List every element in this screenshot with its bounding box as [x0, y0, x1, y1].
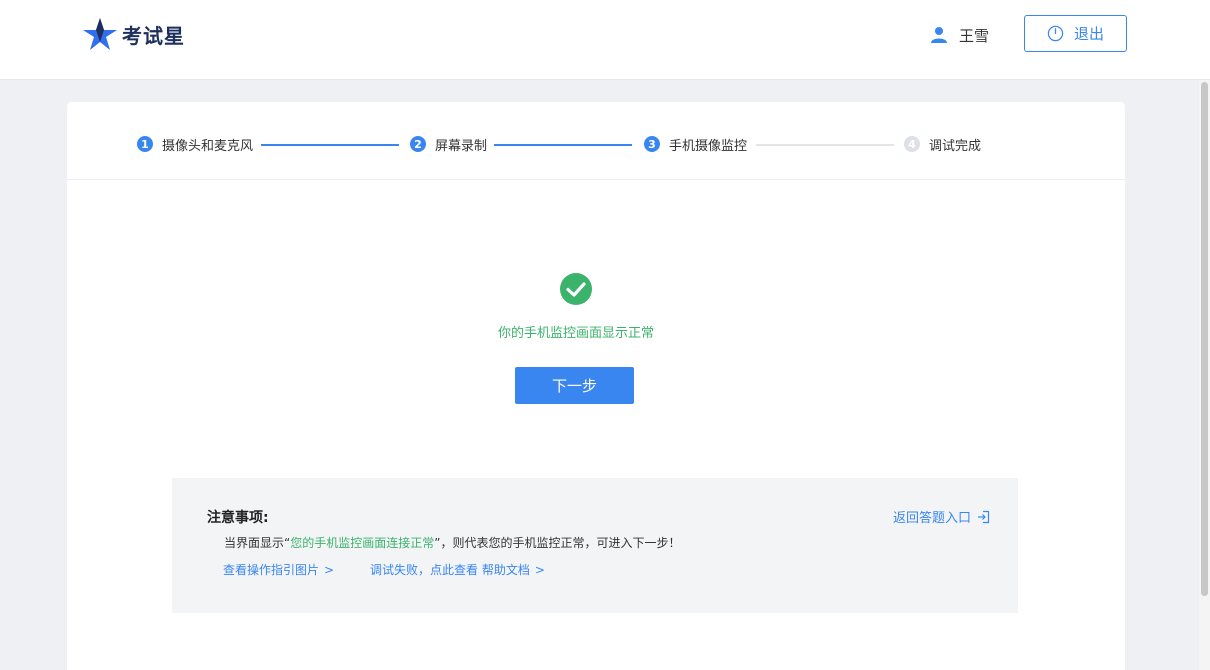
user-name: 王雪 — [959, 26, 990, 45]
step-connector — [261, 144, 399, 146]
chevron-right-icon: > — [324, 563, 335, 577]
success-message: 你的手机监控画面显示正常 — [497, 326, 654, 341]
progress-steps: 1 摄像头和麦克风 2 屏幕录制 3 手机摄像监控 4 调试完成 — [67, 102, 1125, 180]
step-label: 摄像头和麦克风 — [162, 138, 254, 154]
step-screen-record: 2 屏幕录制 — [410, 134, 487, 154]
step-connector — [756, 144, 894, 146]
logout-button[interactable]: 退出 — [1024, 15, 1127, 52]
guide-images-link[interactable]: 查看操作指引图片 > — [223, 561, 334, 578]
step-number: 1 — [137, 136, 153, 152]
power-icon — [1047, 25, 1064, 42]
star-logo-icon — [83, 18, 117, 50]
notice-text-prefix: 当界面显示“ — [224, 536, 291, 550]
step-number: 4 — [904, 136, 920, 152]
user-icon — [931, 27, 947, 43]
main-card: 1 摄像头和麦克风 2 屏幕录制 3 手机摄像监控 4 调试完成 你的手机监控画… — [67, 102, 1125, 670]
step-complete: 4 调试完成 — [904, 134, 981, 154]
notice-title: 注意事项: — [207, 510, 269, 526]
guide-link-label: 查看操作指引图片 — [223, 563, 320, 577]
return-link-label: 返回答题入口 — [893, 511, 972, 526]
chevron-right-icon: > — [534, 563, 545, 577]
step-number: 3 — [644, 136, 660, 152]
help-link-label: 调试失败，点此查看 帮助文档 — [370, 563, 530, 577]
step-phone-monitor: 3 手机摄像监控 — [644, 134, 747, 154]
top-bar: 考试星 王雪 退出 — [0, 0, 1210, 80]
next-step-button[interactable]: 下一步 — [515, 367, 634, 404]
user-info: 王雪 — [930, 24, 989, 46]
logo[interactable]: 考试星 — [82, 16, 185, 52]
logo-text: 考试星 — [122, 23, 185, 48]
step-label: 手机摄像监控 — [669, 138, 748, 154]
notice-panel: 注意事项: 返回答题入口 当界面显示“您的手机监控画面连接正常”，则代表您的手机… — [172, 478, 1018, 613]
exit-icon — [978, 510, 990, 523]
step-number: 2 — [410, 136, 426, 152]
scrollbar[interactable] — [1199, 80, 1210, 670]
help-docs-link[interactable]: 调试失败，点此查看 帮助文档 > — [370, 561, 545, 578]
step-label: 屏幕录制 — [435, 138, 488, 154]
step-label: 调试完成 — [929, 138, 982, 154]
notice-text: 当界面显示“您的手机监控画面连接正常”，则代表您的手机监控正常，可进入下一步！ — [224, 534, 680, 551]
notice-text-highlight: 您的手机监控画面连接正常 — [290, 536, 435, 550]
return-to-exam-link[interactable]: 返回答题入口 — [893, 507, 990, 526]
check-circle-icon — [560, 273, 592, 305]
scrollbar-thumb[interactable] — [1201, 82, 1208, 596]
step-connector — [494, 144, 632, 146]
logout-label: 退出 — [1073, 25, 1104, 43]
step-camera-mic: 1 摄像头和麦克风 — [137, 134, 253, 154]
notice-text-suffix: ”，则代表您的手机监控正常，可进入下一步！ — [434, 536, 681, 550]
